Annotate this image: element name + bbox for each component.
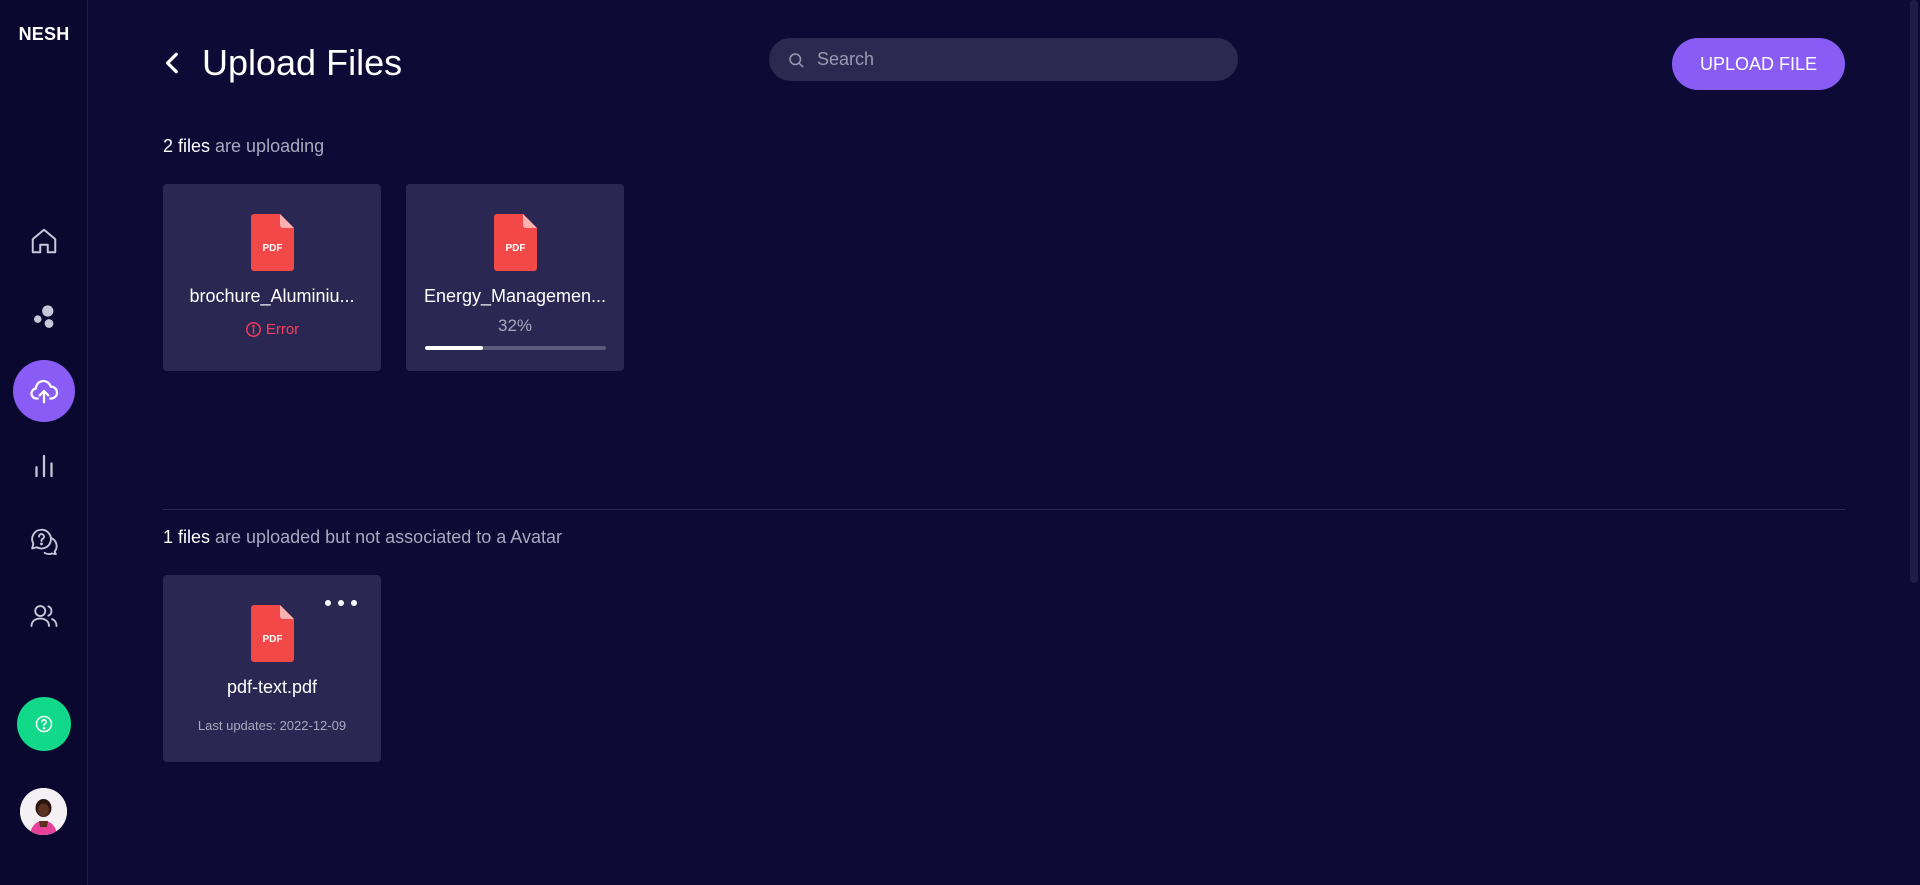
main-content: Upload Files UPLOAD FILE 2 files are upl… [88,0,1920,885]
error-label: Error [265,321,300,338]
more-options-button[interactable] [325,595,357,611]
uploaded-count: 1 files [163,527,211,547]
uploading-summary-text: are uploading [210,136,325,156]
app-logo[interactable]: NESH [0,24,88,45]
scrollbar[interactable] [1908,0,1920,885]
more-dot [338,600,344,606]
sidebar-item-home[interactable] [13,210,75,272]
bar-chart-icon [35,454,53,478]
file-name: brochure_Aluminiu... [189,286,355,306]
search-bar[interactable] [769,38,1238,81]
cloud-upload-icon [30,379,59,404]
home-icon [31,228,57,254]
upload-error-status: Error [163,321,381,338]
search-input[interactable] [817,49,1217,70]
file-card-uploaded[interactable]: PDF pdf-text.pdf Last updates: 2022-12-0… [163,575,381,762]
bubbles-icon [34,305,54,328]
more-dot [325,600,331,606]
upload-progress-bar [425,346,606,350]
user-avatar[interactable] [20,788,67,835]
more-dot [351,600,357,606]
sidebar-item-analytics[interactable] [13,435,75,497]
pdf-type-label: PDF [506,243,526,254]
upload-progress-fill [425,346,483,350]
pdf-type-label: PDF [263,243,283,254]
uploaded-summary: 1 files are uploaded but not associated … [163,527,562,548]
users-icon [30,605,58,627]
sidebar: NESH [0,0,88,885]
help-button[interactable] [17,697,71,751]
search-icon [789,52,804,67]
pdf-file-icon: PDF [251,605,294,662]
last-updated: Last updates: 2022-12-09 [197,718,347,733]
chevron-left-icon [165,52,178,74]
back-button[interactable] [160,48,186,78]
section-divider [163,509,1845,510]
scrollbar-thumb[interactable] [1910,0,1918,583]
uploaded-summary-text: are uploaded but not associated to a Ava… [210,527,562,547]
sidebar-item-upload[interactable] [13,360,75,422]
upload-percent: 32% [497,316,533,335]
pdf-type-label: PDF [263,634,283,645]
file-card-uploading[interactable]: PDF Energy_Managemen... 32% [406,184,624,371]
file-name: pdf-text.pdf [226,677,318,697]
help-circle-icon [35,715,53,733]
pdf-file-icon: PDF [494,214,537,271]
sidebar-item-avatars[interactable] [13,285,75,347]
uploading-count: 2 files [163,136,211,156]
sidebar-item-users[interactable] [13,585,75,647]
error-info-icon [245,322,261,337]
question-chat-icon [31,528,58,556]
page-title: Upload Files [202,42,403,83]
pdf-file-icon: PDF [251,214,294,271]
uploading-summary: 2 files are uploading [163,136,324,157]
file-name: Energy_Managemen... [423,286,607,306]
upload-file-button[interactable]: UPLOAD FILE [1672,38,1845,90]
sidebar-item-faq[interactable] [13,510,75,572]
avatar-image [20,788,67,835]
file-card-uploading[interactable]: PDF brochure_Aluminiu... Error [163,184,381,371]
